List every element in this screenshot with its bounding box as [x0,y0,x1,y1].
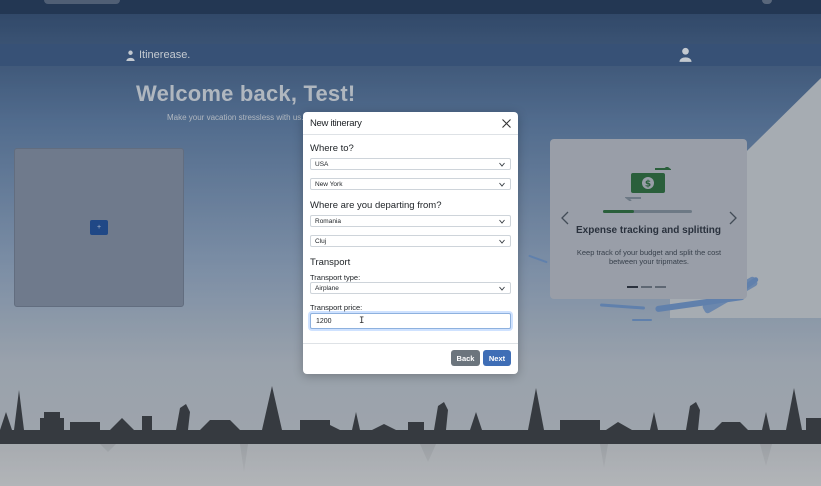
departure-city-value: Cluj [315,238,327,245]
transport-price-label: Transport price: [310,303,363,312]
departure-country-value: Romania [315,218,342,225]
chevron-down-icon [499,219,505,224]
departure-country-select[interactable]: Romania [310,215,511,227]
transport-type-label: Transport type: [310,273,361,282]
destination-city-value: New York [315,181,343,188]
transport-price-input[interactable] [310,313,511,329]
chevron-down-icon [499,239,505,244]
where-to-heading: Where to? [310,143,354,154]
close-icon[interactable] [501,118,512,129]
next-button[interactable]: Next [483,350,511,366]
chevron-down-icon [499,162,505,167]
chevron-down-icon [499,286,505,291]
departing-heading: Where are you departing from? [310,200,442,211]
chevron-down-icon [499,182,505,187]
departure-city-select[interactable]: Cluj [310,235,511,247]
transport-type-value: Airplane [315,285,339,292]
modal-footer: Back Next [303,343,518,374]
modal-header: New itinerary [303,112,518,135]
transport-heading: Transport [310,257,351,268]
transport-type-select[interactable]: Airplane [310,282,511,294]
destination-city-select[interactable]: New York [310,178,511,190]
text-cursor-icon: I [359,316,365,326]
modal-title: New itinerary [310,118,362,129]
destination-country-select[interactable]: USA [310,158,511,170]
back-button[interactable]: Back [451,350,480,366]
destination-country-value: USA [315,161,329,168]
new-itinerary-modal: New itinerary Where to? USA New York Whe… [303,112,518,374]
